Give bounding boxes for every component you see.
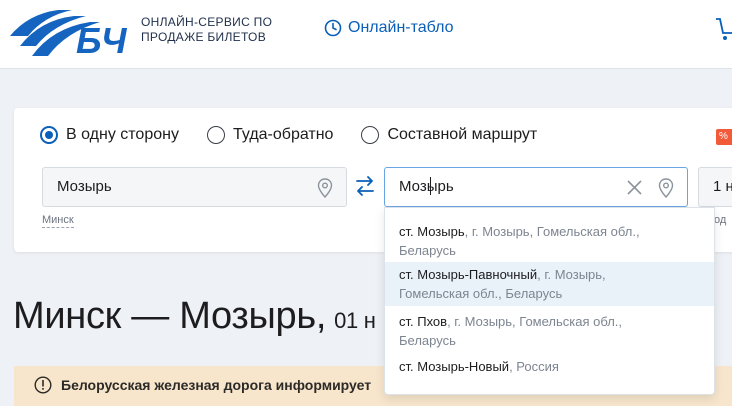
date-value: 1 н [713, 178, 732, 195]
info-banner-text: Белорусская железная дорога информирует [61, 377, 372, 393]
swap-arrows-icon [356, 176, 374, 196]
suggestion-sub: , г. Мозырь, Гомельская обл., [464, 224, 640, 239]
radio-unchecked-icon [206, 126, 225, 144]
suggestion-sub-line2: Гомельская обл., Беларусь [399, 286, 563, 301]
radio-unchecked-icon [361, 126, 380, 144]
station-suggestions: ст. Мозырь , г. Мозырь, Гомельская обл., … [384, 207, 715, 395]
online-tablo-link[interactable]: Онлайн-табло [324, 17, 454, 39]
map-pin-icon[interactable] [658, 178, 674, 198]
logo-mark-text: БЧ [76, 20, 128, 60]
route-title-text: Минск — Мозырь, [13, 295, 327, 337]
trip-type-group: В одну сторону Туда-обратно Составной ма… [40, 126, 565, 144]
clear-icon[interactable] [627, 180, 642, 195]
cart-icon [716, 18, 732, 40]
logo-caption-line1: ОНЛАЙН-СЕРВИС ПО [141, 15, 273, 29]
from-hint-link[interactable]: Минск [42, 214, 74, 228]
suggestion-item-highlighted[interactable]: ст. Мозырь-Павночный, г. Мозырь, Гомельс… [385, 262, 714, 306]
suggestion-sub-line2: Беларусь [399, 333, 456, 348]
from-station-field[interactable]: Мозырь [42, 167, 347, 207]
logo-caption: ОНЛАЙН-СЕРВИС ПО ПРОДАЖЕ БИЛЕТОВ [141, 15, 291, 45]
suggestion-item[interactable]: ст. Пхов, г. Мозырь, Гомельская обл., Бе… [385, 312, 714, 352]
map-pin-icon[interactable] [317, 178, 333, 198]
from-station-value: Мозырь [57, 178, 112, 195]
bch-logo[interactable]: БЧ [10, 6, 134, 61]
date-field[interactable]: 1 н [698, 167, 732, 207]
swap-stations-button[interactable] [355, 174, 375, 203]
suggestion-sub: , г. Мозырь, [537, 267, 606, 282]
suggestion-main: ст. Мозырь [399, 224, 465, 239]
text-cursor [430, 177, 431, 195]
suggestion-sub: , Россия [509, 359, 559, 374]
info-icon [34, 376, 52, 394]
suggestion-main: ст. Мозырь-Павночный [399, 267, 538, 282]
top-header: БЧ ОНЛАЙН-СЕРВИС ПО ПРОДАЖЕ БИЛЕТОВ Онла… [0, 0, 732, 69]
route-title: Минск — Мозырь, 01 н [13, 295, 376, 338]
date-hint: од [714, 214, 727, 226]
radio-multi-route-label: Составной маршрут [387, 126, 538, 143]
online-tablo-label: Онлайн-табло [348, 19, 454, 36]
promo-badge[interactable]: % [716, 129, 732, 145]
radio-one-way[interactable]: В одну сторону [40, 126, 179, 144]
suggestion-sub: , г. Мозырь, Гомельская обл., [447, 314, 623, 329]
suggestion-sub-line2: Беларусь [399, 243, 456, 258]
radio-multi-route[interactable]: Составной маршрут [361, 126, 537, 144]
to-station-value: Мозырь [399, 178, 454, 195]
radio-round-trip[interactable]: Туда-обратно [206, 126, 334, 144]
suggestion-main: ст. Мозырь-Новый [399, 359, 510, 374]
radio-round-trip-label: Туда-обратно [232, 126, 334, 143]
route-title-date: 01 н [334, 308, 376, 333]
logo-caption-line2: ПРОДАЖЕ БИЛЕТОВ [141, 30, 266, 44]
radio-checked-icon [40, 126, 58, 144]
suggestion-main: ст. Пхов [399, 314, 448, 329]
clock-icon [324, 19, 342, 37]
suggestion-item[interactable]: ст. Мозырь, г. Мозырь, Гомельская обл., … [385, 222, 714, 262]
cart-button[interactable] [716, 16, 732, 47]
suggestion-item[interactable]: ст. Мозырь-Новый, Россия [385, 357, 714, 379]
radio-one-way-label: В одну сторону [66, 126, 179, 143]
